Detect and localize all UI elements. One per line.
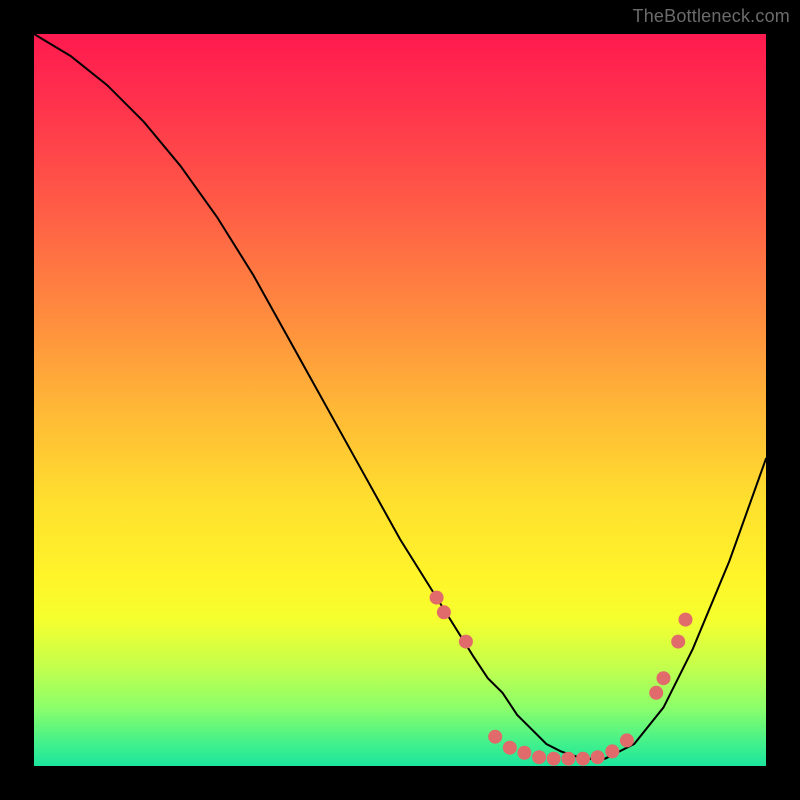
marker-dot [671,635,685,649]
marker-dot [517,746,531,760]
marker-dot [459,635,473,649]
marker-dot [430,591,444,605]
chart-frame: TheBottleneck.com [0,0,800,800]
curve-svg [34,34,766,766]
marker-dot [591,750,605,764]
marker-dot [620,733,634,747]
bottleneck-curve [34,34,766,759]
marker-dot [679,613,693,627]
plot-area [34,34,766,766]
marker-dot [488,730,502,744]
marker-dot [547,752,561,766]
marker-dot [657,671,671,685]
watermark-text: TheBottleneck.com [633,6,790,27]
marker-dot [649,686,663,700]
marker-dot [576,752,590,766]
marker-group [430,591,693,766]
marker-dot [561,752,575,766]
marker-dot [605,744,619,758]
marker-dot [503,741,517,755]
marker-dot [532,750,546,764]
marker-dot [437,605,451,619]
